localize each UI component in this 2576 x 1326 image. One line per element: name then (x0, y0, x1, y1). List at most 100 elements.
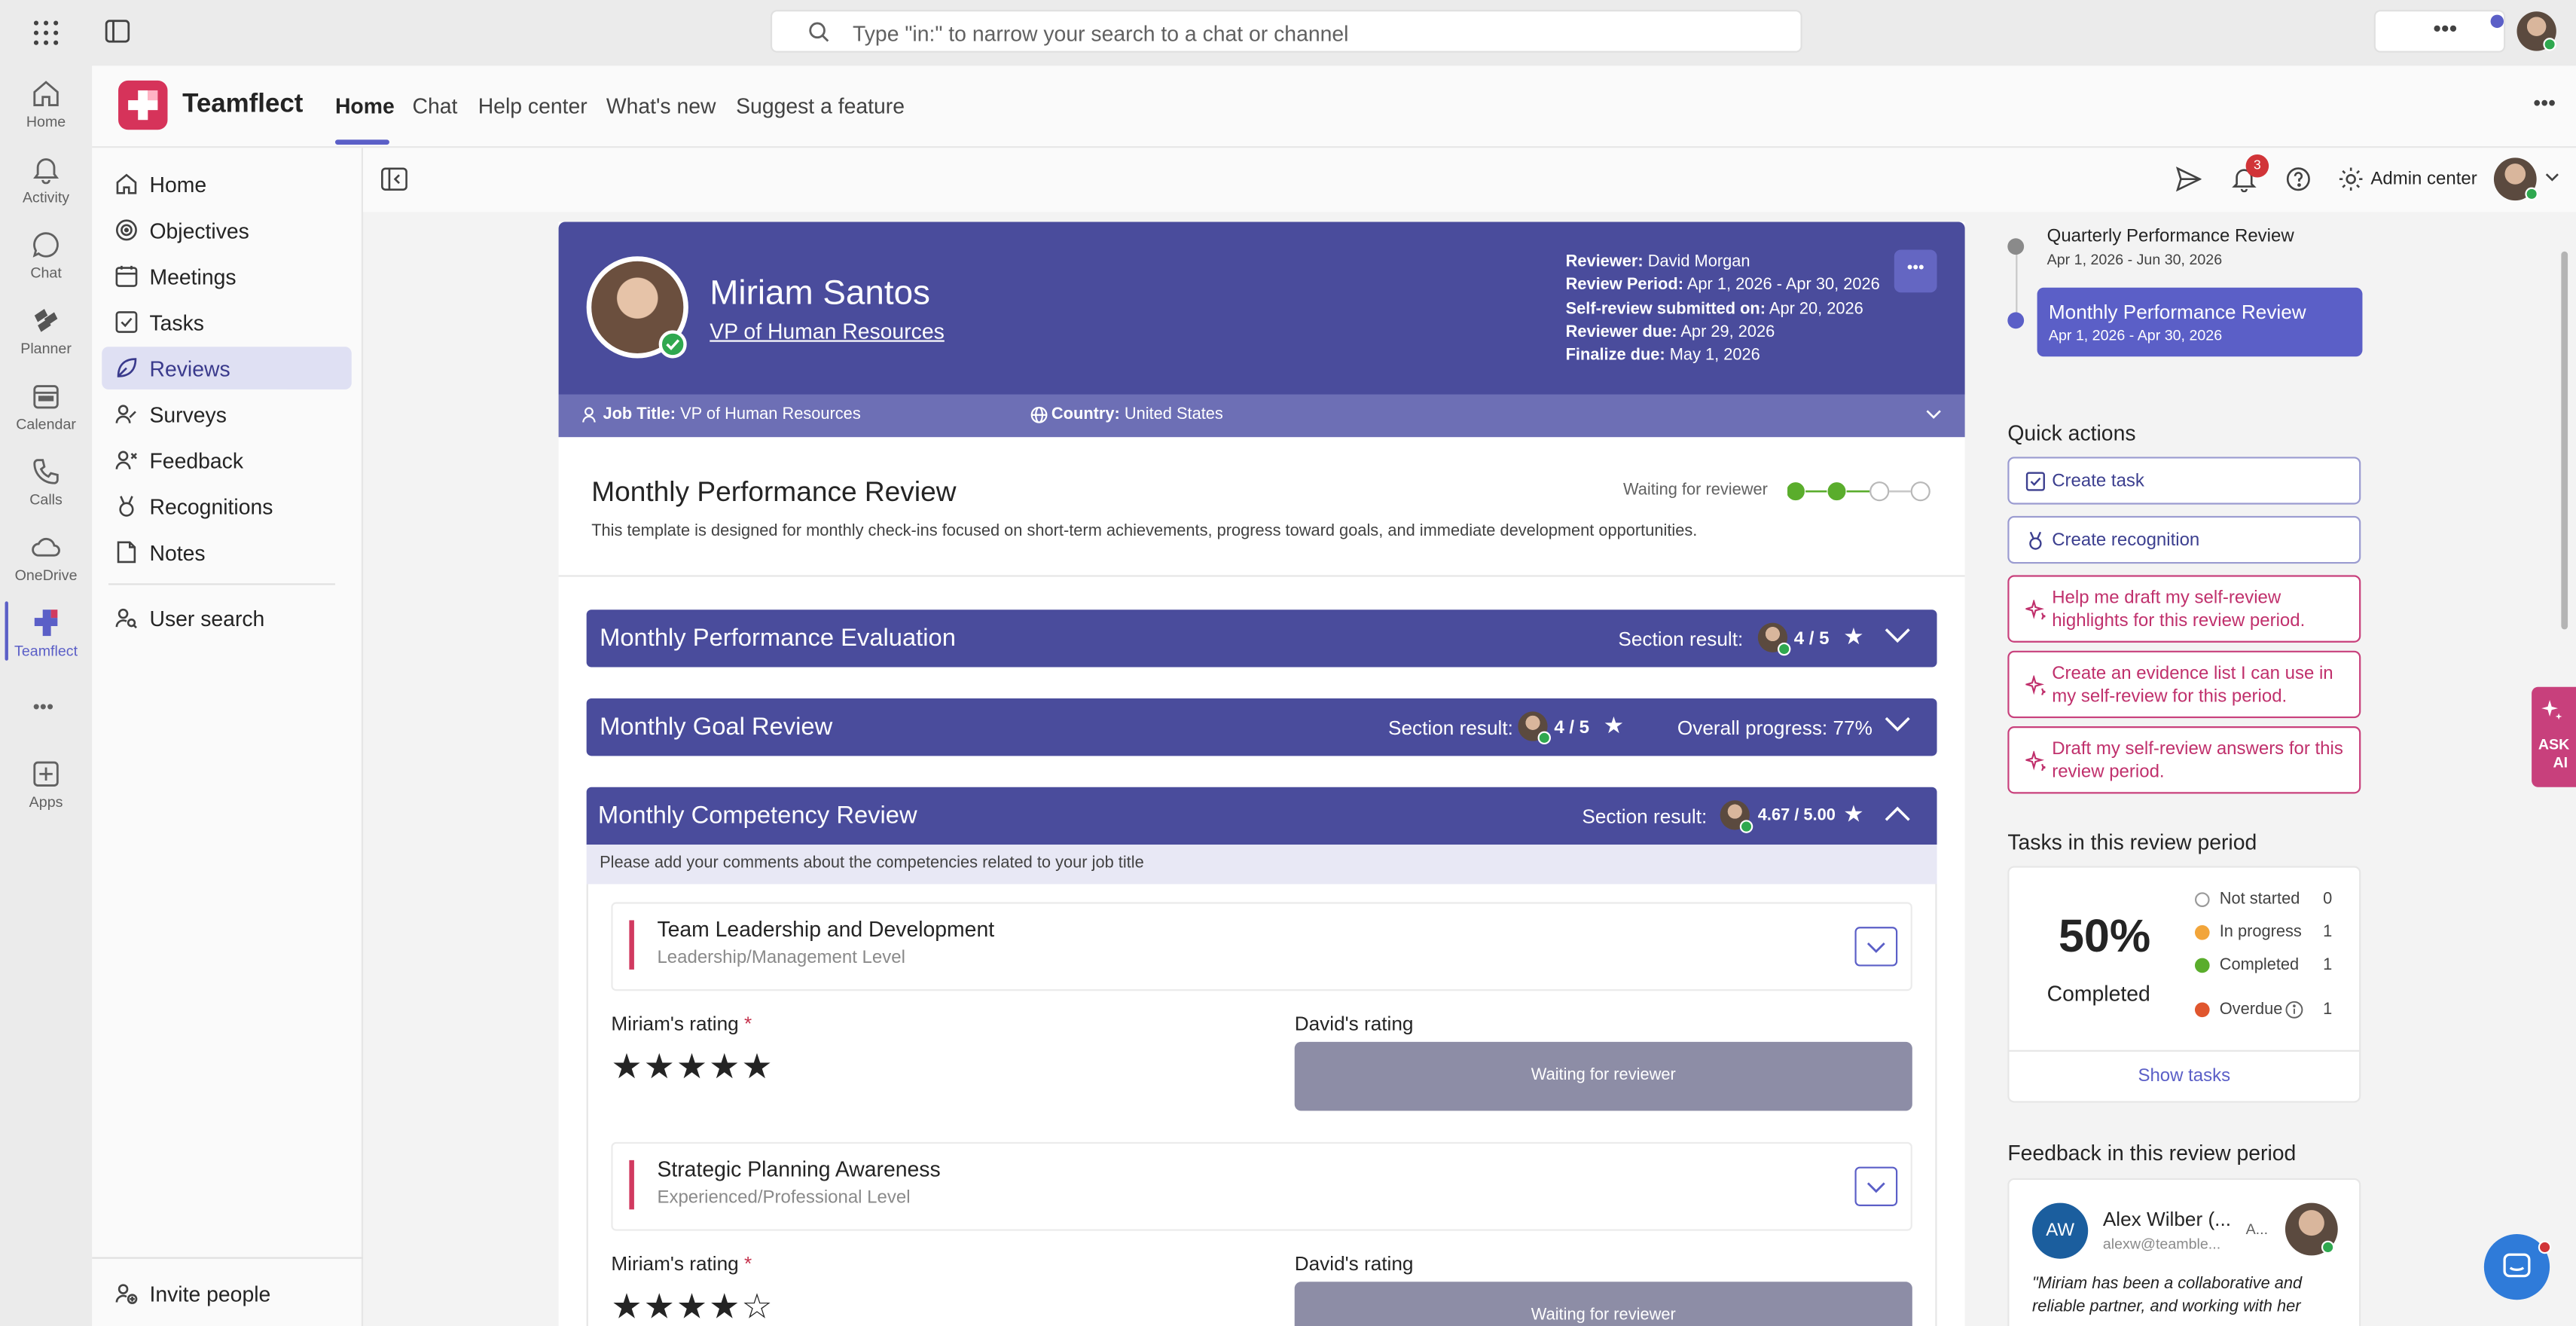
competency-instructions-bar: Please add your comments about the compe… (586, 845, 1937, 885)
timeline-item-quarterly[interactable]: Quarterly Performance Review Apr 1, 2026… (2047, 227, 2294, 268)
sidebar-item-label: Feedback (149, 448, 244, 474)
more-icon: ••• (1906, 259, 1924, 278)
meeting-icon (115, 265, 138, 287)
expand-info-chevron-icon[interactable] (1925, 409, 1942, 419)
home-icon (33, 81, 59, 107)
chevron-down-icon[interactable] (2545, 173, 2560, 182)
tab-suggest-feature[interactable]: Suggest a feature (736, 93, 905, 118)
profile-title-link[interactable]: VP of Human Resources (710, 319, 945, 344)
competency-accent-bar (629, 920, 634, 970)
show-tasks-link[interactable]: Show tasks (2010, 1067, 2360, 1086)
sidebar-item-surveys[interactable]: Surveys (102, 393, 352, 435)
send-icon[interactable] (2175, 166, 2202, 192)
competency-card[interactable]: Strategic Planning Awareness Experienced… (611, 1141, 1912, 1231)
rail-item-activity[interactable]: Activity (0, 154, 92, 206)
chevron-up-icon[interactable] (1885, 805, 1911, 822)
rail-item-calendar[interactable]: Calendar (0, 381, 92, 432)
competency-card[interactable]: Team Leadership and Development Leadersh… (611, 902, 1912, 991)
search-input[interactable]: Type "in:" to narrow your search to a ch… (770, 10, 1802, 53)
sidebar-item-notes[interactable]: Notes (102, 531, 352, 574)
more-apps-icon[interactable]: ••• (33, 695, 54, 719)
phone-icon (33, 459, 59, 484)
invite-people-button[interactable]: Invite people (102, 1272, 352, 1315)
profile-more-button[interactable]: ••• (1894, 249, 1937, 293)
chat-unread-dot (2538, 1240, 2552, 1254)
sidebar-item-user-search[interactable]: User search (102, 597, 352, 640)
sidebar-item-tasks[interactable]: Tasks (102, 301, 352, 344)
sidebar-item-label: Notes (149, 540, 206, 566)
rail-item-onedrive[interactable]: OneDrive (0, 533, 92, 583)
sidebar-item-label: Recognitions (149, 494, 273, 520)
profile-info-bar: Job Title: VP of Human Resources Country… (558, 394, 1965, 438)
self-rating-stars[interactable]: ★★★★☆ (611, 1287, 774, 1326)
timeline-item-monthly[interactable]: Monthly Performance Review Apr 1, 2026 -… (2037, 287, 2363, 357)
rail-item-apps[interactable]: Apps (0, 759, 92, 810)
create-recognition-button[interactable]: Create recognition (2007, 515, 2361, 564)
invite-icon (115, 1284, 138, 1304)
reviewer-rating-waiting: Waiting for reviewer (1294, 1282, 1912, 1326)
section-result-value: 4 / 5 (1554, 718, 1590, 738)
chevron-down-icon[interactable] (1885, 628, 1911, 644)
tab-whats-new[interactable]: What's new (606, 93, 716, 118)
feedback-badge: A... (2245, 1221, 2269, 1238)
tab-home[interactable]: Home (335, 93, 395, 118)
presence-available-icon (1739, 820, 1753, 833)
detail-reviewer-due: Reviewer due: Apr 29, 2026 (1565, 323, 1775, 342)
rail-item-home[interactable]: Home (0, 79, 92, 130)
presence-available-icon (2543, 38, 2556, 51)
more-options-button[interactable]: ••• (2373, 10, 2506, 53)
legend-count: 1 (2323, 956, 2333, 975)
ai-evidence-list-button[interactable]: Create an evidence list I can use in my … (2007, 650, 2361, 719)
section-result-label: Section result: (1618, 628, 1744, 651)
rail-item-calls[interactable]: Calls (0, 457, 92, 508)
collapse-sidebar-icon[interactable] (381, 167, 407, 191)
rail-label: Chat (30, 264, 62, 281)
chevron-down-icon[interactable] (1885, 716, 1911, 733)
scrollbar-thumb[interactable] (2561, 251, 2568, 630)
review-status: Waiting for reviewer (1622, 481, 1768, 500)
section-result-value: 4.67 / 5.00 (1757, 806, 1836, 825)
rail-item-teamflect[interactable]: Teamflect (0, 608, 92, 659)
feedback-heading: Feedback in this review period (2007, 1140, 2297, 1166)
tab-chat[interactable]: Chat (412, 93, 457, 118)
legend-dot-in-progress (2194, 924, 2210, 940)
sidebar-item-objectives[interactable]: Objectives (102, 209, 352, 252)
sidebar-toggle-icon[interactable] (105, 20, 130, 43)
section-result-value: 4 / 5 (1793, 629, 1830, 649)
help-icon[interactable] (2285, 166, 2312, 192)
ask-ai-button[interactable]: ASK AI (2532, 686, 2576, 787)
expand-competency-button[interactable] (1854, 927, 1898, 967)
sidebar-item-label: Meetings (149, 264, 237, 289)
expand-competency-button[interactable] (1854, 1166, 1898, 1206)
app-launcher-icon[interactable] (33, 20, 60, 46)
section-monthly-goal-review[interactable]: Monthly Goal Review Section result: 4 / … (586, 698, 1937, 756)
app-more-icon[interactable]: ••• (2533, 90, 2556, 115)
create-task-button[interactable]: Create task (2007, 457, 2361, 505)
sidebar-item-home[interactable]: Home (102, 163, 352, 206)
feedback-card[interactable]: AW Alex Wilber (... A... alexw@teamble..… (2007, 1178, 2361, 1326)
competency-accent-bar (629, 1159, 634, 1210)
self-rating-stars[interactable]: ★★★★★ (611, 1046, 774, 1088)
sidebar-item-recognitions[interactable]: Recognitions (102, 484, 352, 527)
person-icon (581, 406, 600, 424)
tasks-heading: Tasks in this review period (2007, 830, 2257, 855)
section-monthly-performance-evaluation[interactable]: Monthly Performance Evaluation Section r… (586, 610, 1937, 668)
ai-draft-highlights-button[interactable]: Help me draft my self-review highlights … (2007, 575, 2361, 643)
ai-draft-answers-button[interactable]: Draft my self-review answers for this re… (2007, 726, 2361, 794)
sidebar-item-feedback[interactable]: Feedback (102, 438, 352, 481)
presence-available-icon (2321, 1240, 2335, 1254)
legend-dot-completed (2194, 958, 2210, 973)
info-icon[interactable] (2285, 1001, 2303, 1019)
sidebar-item-reviews[interactable]: Reviews (102, 347, 352, 390)
detail-reviewer: Reviewer: David Morgan (1565, 252, 1750, 271)
title-bar: Type "in:" to narrow your search to a ch… (0, 0, 2576, 66)
section-monthly-competency-review[interactable]: Monthly Competency Review Section result… (586, 787, 1937, 845)
tab-help-center[interactable]: Help center (478, 93, 588, 118)
rail-item-planner[interactable]: Planner (0, 306, 92, 356)
sidebar-item-meetings[interactable]: Meetings (102, 255, 352, 298)
section-result-label: Section result: (1388, 716, 1513, 740)
teamflect-icon (34, 610, 58, 637)
legend-dot-not-started (2194, 892, 2210, 907)
rail-item-chat[interactable]: Chat (0, 230, 92, 281)
sidebar-item-label: Surveys (149, 402, 227, 428)
